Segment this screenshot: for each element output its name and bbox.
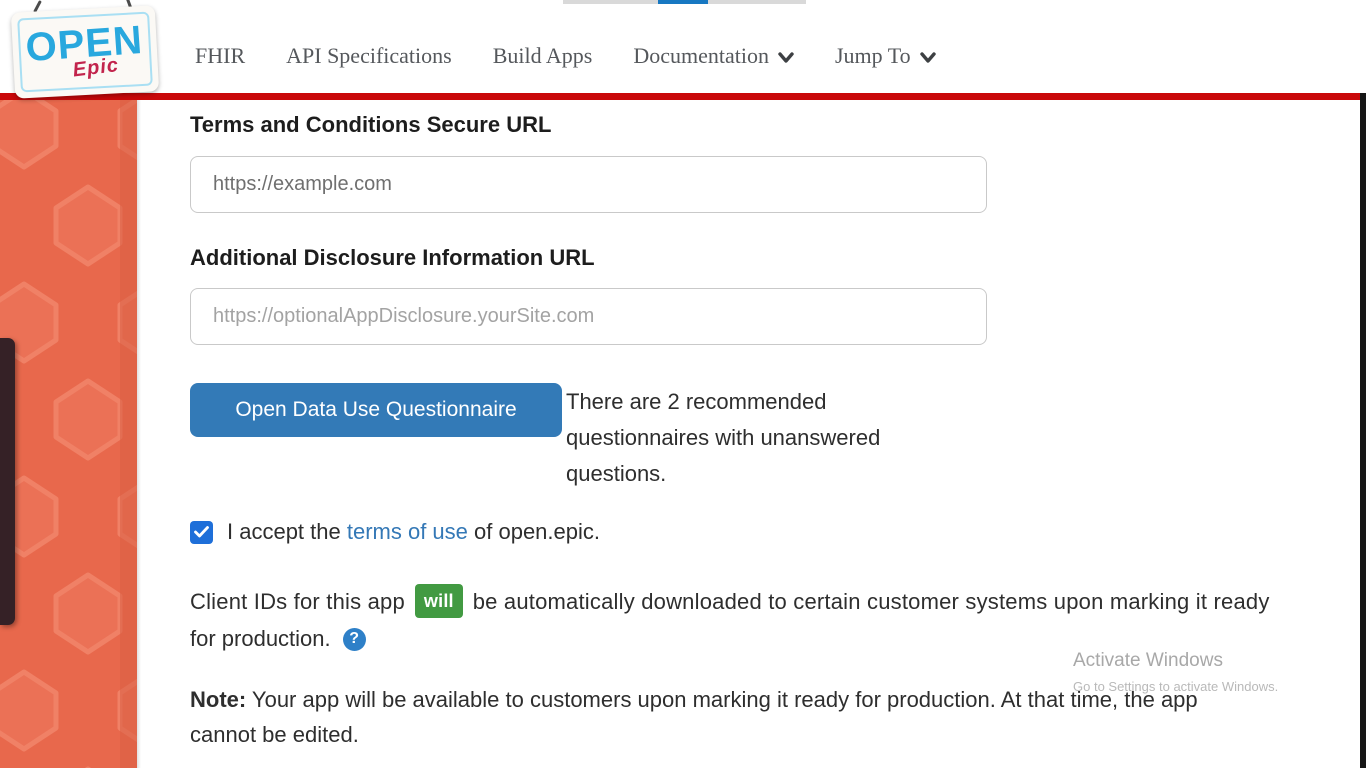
client-ids-text-after: be automatically downloaded to certain c… (473, 589, 1270, 614)
terms-url-input[interactable] (190, 156, 987, 213)
note-line1: Note: Your app will be available to cust… (190, 682, 1198, 717)
questionnaire-status-text: There are 2 recommended questionnaires w… (566, 384, 926, 492)
top-navbar: FHIR API Specifications Build Apps Docum… (0, 0, 1366, 93)
nav-item-documentation[interactable]: Documentation (633, 41, 794, 70)
nav-item-label: API Specifications (286, 43, 452, 69)
disclosure-url-input[interactable] (190, 288, 987, 345)
open-questionnaire-button[interactable]: Open Data Use Questionnaire (190, 383, 562, 437)
nav-item-fhir[interactable]: FHIR (195, 43, 245, 69)
nav-item-jump-to[interactable]: Jump To (835, 41, 936, 70)
accept-terms-text: I accept the terms of use of open.epic. (227, 519, 600, 545)
video-progress-fill (658, 0, 708, 4)
sidebar-right-shade (120, 100, 137, 768)
watermark-line1: Activate Windows (1073, 650, 1278, 672)
help-question-icon[interactable]: ? (343, 628, 366, 651)
note-label: Note: (190, 687, 246, 712)
nav-item-build-apps[interactable]: Build Apps (493, 43, 593, 69)
open-epic-logo[interactable]: OPEN Epic (8, 1, 166, 101)
sidebar-content-divider (137, 100, 141, 768)
accept-terms-row: I accept the terms of use of open.epic. (190, 519, 600, 545)
logo-sign: OPEN Epic (11, 5, 159, 98)
right-edge-strip (1360, 93, 1366, 768)
red-divider-bar (0, 93, 1361, 100)
chevron-down-icon (778, 44, 794, 70)
nav-item-api-specifications[interactable]: API Specifications (286, 43, 452, 69)
client-ids-line2: for production. ? (190, 626, 1366, 652)
terms-url-label: Terms and Conditions Secure URL (190, 112, 551, 138)
client-ids-text-before: Client IDs for this app (190, 589, 405, 614)
logo-text-epic: Epic (71, 54, 120, 82)
note-line1-text: Your app will be available to customers … (246, 687, 1197, 712)
chevron-down-icon (920, 44, 936, 70)
client-ids-line1: Client IDs for this app will be automatica… (190, 584, 1366, 618)
note-paragraph: Note: Your app will be available to cust… (190, 682, 1198, 752)
nav-menu: FHIR API Specifications Build Apps Docum… (195, 0, 936, 93)
side-pull-tab (0, 338, 15, 625)
client-ids-line2-text: for production. (190, 626, 331, 652)
terms-of-use-link[interactable]: terms of use (347, 519, 468, 544)
logo-sign-border: OPEN Epic (17, 12, 153, 93)
hexagon-pattern (0, 100, 137, 768)
accept-text-before: I accept the (227, 519, 347, 544)
nav-item-label: FHIR (195, 43, 245, 69)
accept-terms-checkbox[interactable] (190, 521, 213, 544)
nav-item-label: Documentation (633, 43, 769, 69)
page: FHIR API Specifications Build Apps Docum… (0, 0, 1366, 768)
checkmark-icon (194, 526, 209, 538)
nav-item-label: Build Apps (493, 43, 593, 69)
note-line2: cannot be edited. (190, 717, 1198, 752)
accept-text-after: of open.epic. (468, 519, 600, 544)
sidebar-hexagon-background (0, 100, 137, 768)
will-badge: will (415, 584, 463, 618)
disclosure-url-label: Additional Disclosure Information URL (190, 245, 595, 271)
video-progress-bar[interactable] (563, 0, 806, 4)
nav-item-label: Jump To (835, 43, 911, 69)
client-ids-paragraph: Client IDs for this app will be automatica… (190, 584, 1366, 652)
